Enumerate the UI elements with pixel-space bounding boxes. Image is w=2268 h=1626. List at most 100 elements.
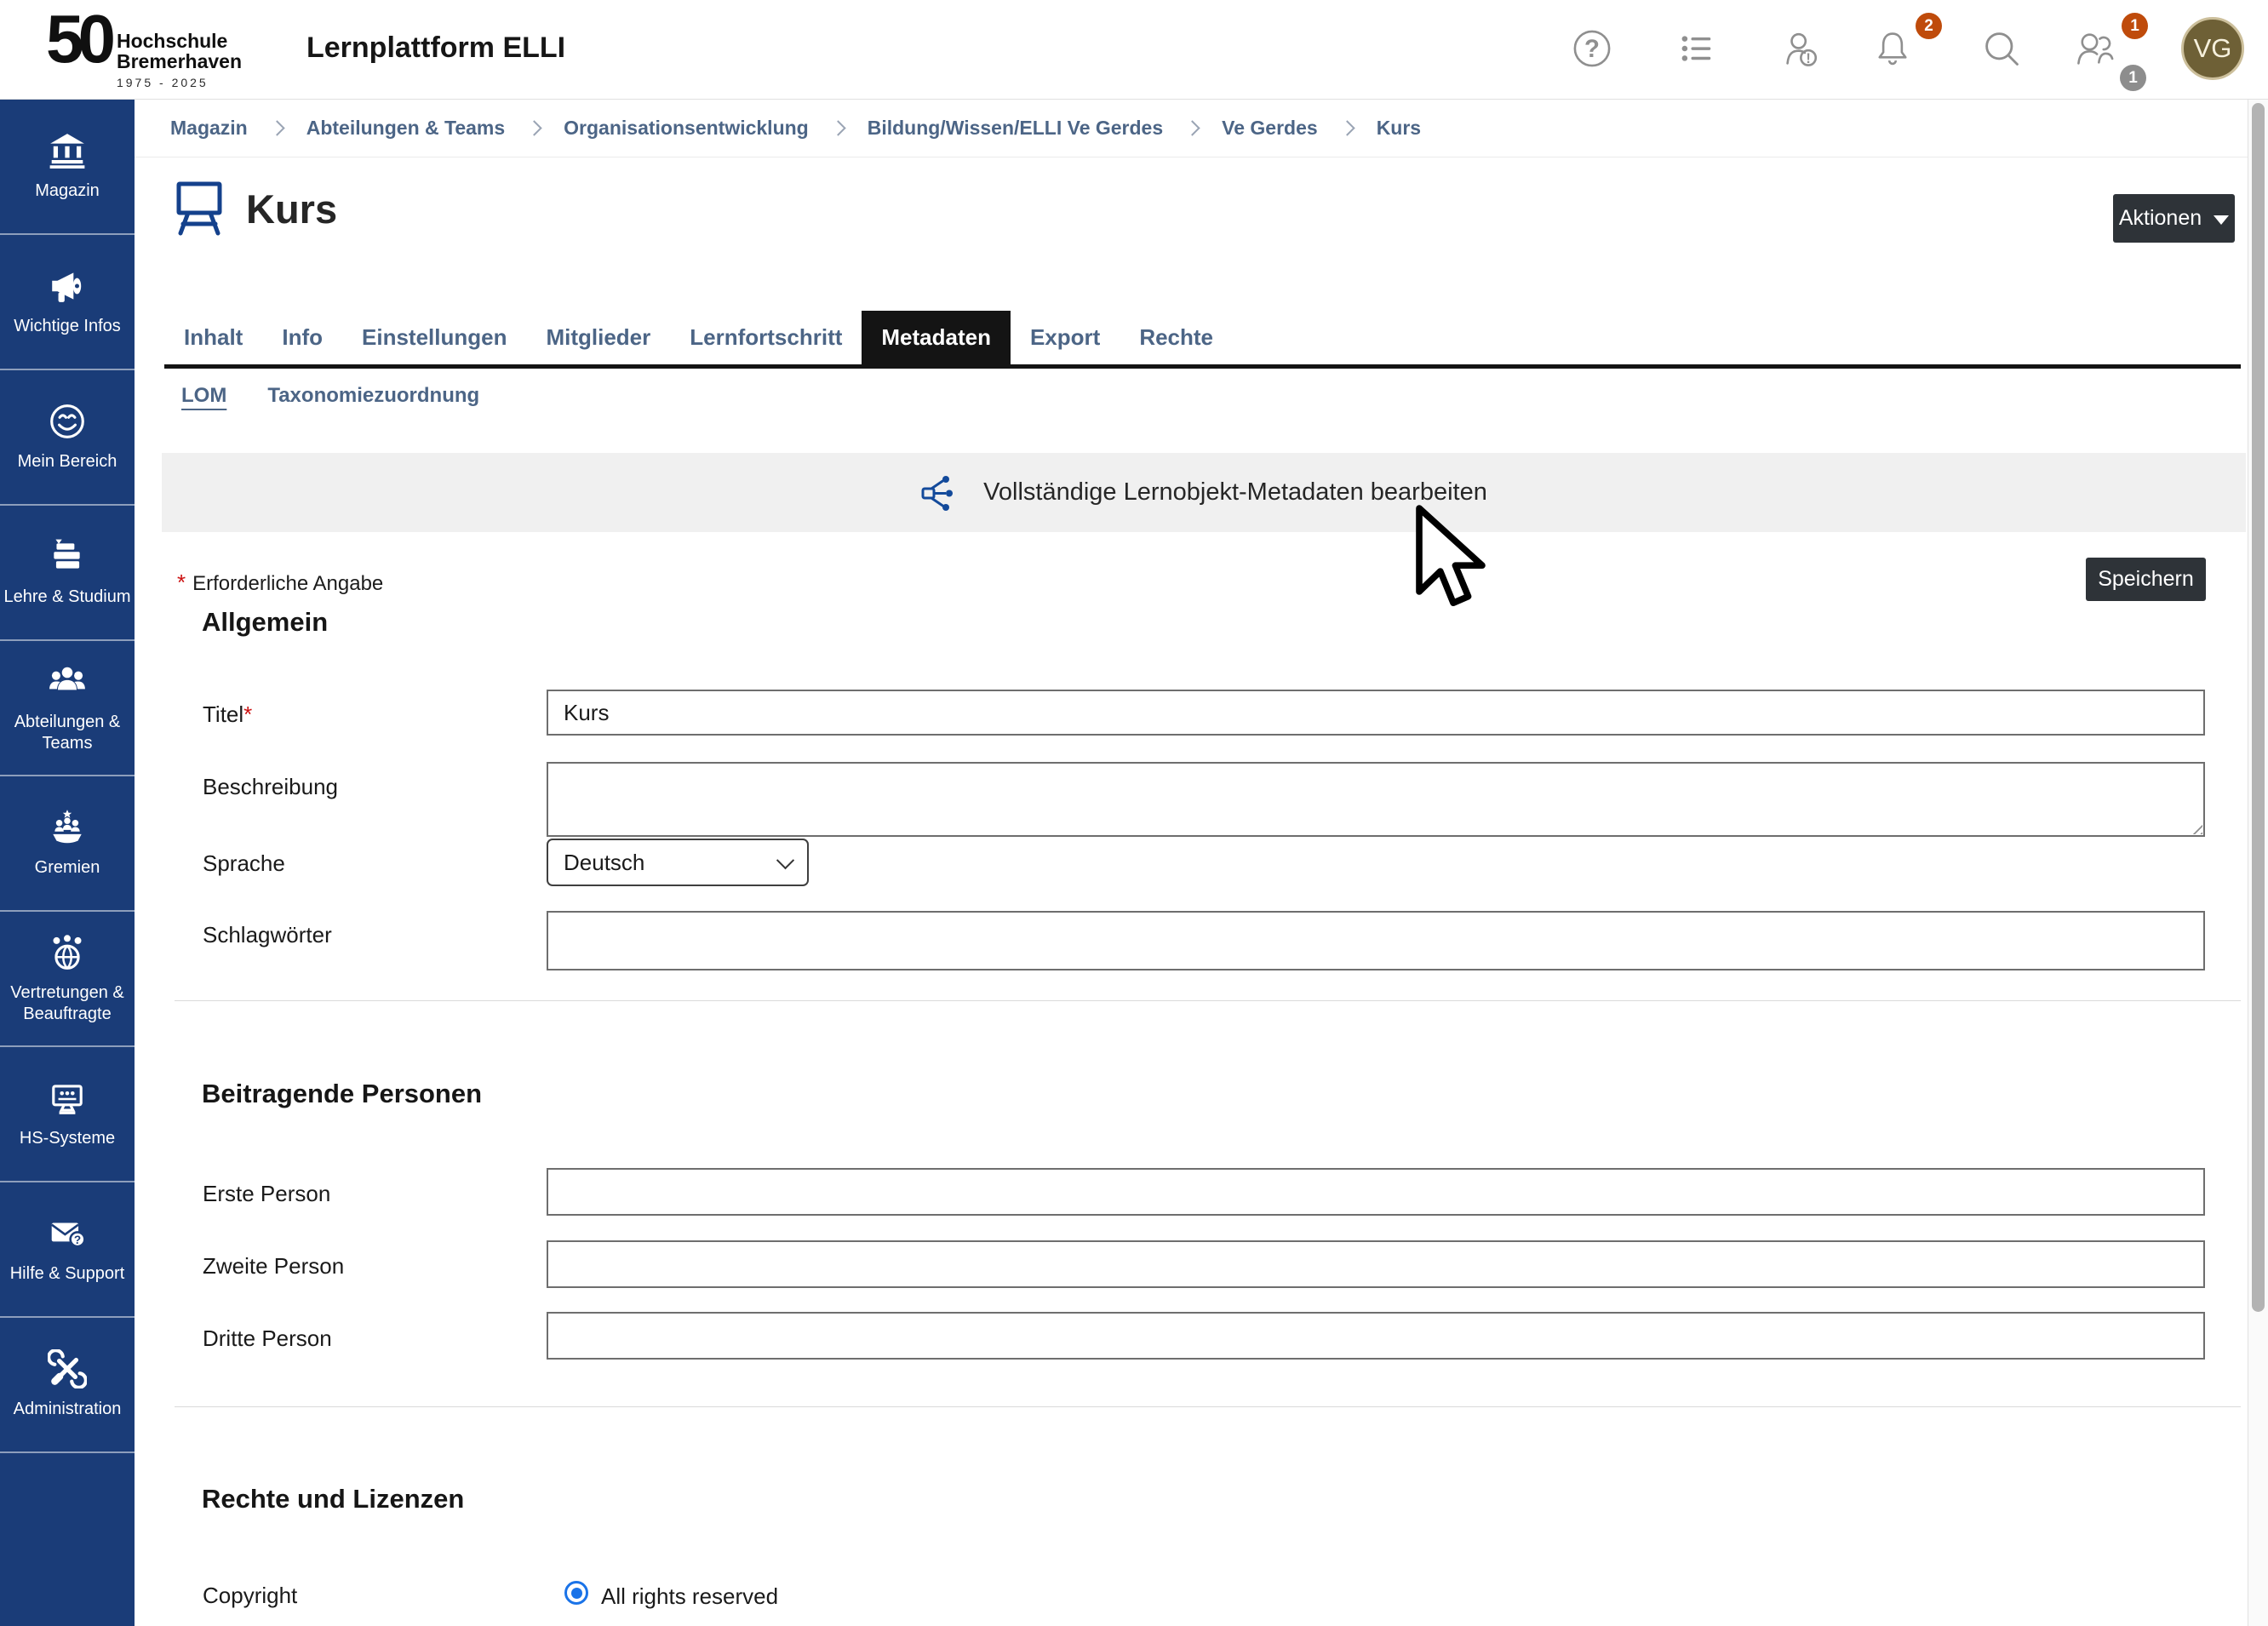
breadcrumb: Magazin Abteilungen & Teams Organisation…: [135, 100, 2248, 157]
breadcrumb-link[interactable]: Magazin: [170, 117, 248, 140]
people-group-icon: [48, 662, 87, 701]
copyright-radio-selected[interactable]: [564, 1581, 588, 1605]
tab-metadaten[interactable]: Metadaten: [862, 311, 1011, 364]
copyright-label: Copyright: [203, 1583, 297, 1609]
svg-text:!: !: [1806, 51, 1810, 66]
contacts-icon: [2074, 27, 2116, 70]
contacts-button[interactable]: [2074, 27, 2116, 70]
titel-label: Titel*: [203, 701, 252, 728]
required-star: *: [243, 701, 252, 727]
bank-icon: [48, 131, 87, 170]
sidebar-item-wichtige-infos[interactable]: Wichtige Infos: [0, 235, 135, 370]
breadcrumb-link[interactable]: Abteilungen & Teams: [306, 117, 505, 140]
section-divider: [175, 1000, 2241, 1001]
actions-button-label: Aktionen: [2119, 206, 2202, 231]
app-window: 50 Hochschule Bremerhaven 1975 - 2025 Le…: [0, 0, 2268, 1626]
beschreibung-label: Beschreibung: [203, 774, 338, 800]
main-sidebar: Magazin Wichtige Infos Mein Bereich: [0, 100, 135, 1626]
breadcrumb-link[interactable]: Organisationsentwicklung: [564, 117, 809, 140]
dritte-person-input[interactable]: [547, 1312, 2205, 1360]
sidebar-item-vertretungen-beauftragte[interactable]: Vertretungen & Beauftragte: [0, 912, 135, 1047]
edit-full-metadata-link[interactable]: Vollständige Lernobjekt-Metadaten bearbe…: [162, 453, 2246, 532]
erste-person-label: Erste Person: [203, 1181, 330, 1207]
dritte-person-label: Dritte Person: [203, 1325, 332, 1352]
app-title: Lernplattform ELLI: [306, 31, 565, 65]
sprache-label: Sprache: [203, 850, 285, 877]
schlagwoerter-input[interactable]: [547, 911, 2205, 970]
sidebar-item-administration[interactable]: Administration: [0, 1318, 135, 1453]
required-star: *: [177, 570, 186, 595]
committee-icon: [48, 808, 87, 847]
chevron-right-icon: [830, 120, 845, 135]
actions-button[interactable]: Aktionen: [2113, 194, 2235, 243]
help-button[interactable]: ?: [1571, 27, 1613, 70]
tab-lernfortschritt[interactable]: Lernfortschritt: [670, 311, 862, 364]
section-divider: [175, 1406, 2241, 1407]
logo-line1: Hochschule: [117, 31, 242, 51]
main-content: Magazin Abteilungen & Teams Organisation…: [135, 100, 2248, 1626]
monitor-icon: [48, 1079, 87, 1118]
subtab-bar: LOM Taxonomiezuordnung: [181, 384, 479, 408]
sidebar-item-label: Hilfe & Support: [3, 1263, 132, 1285]
beschreibung-textarea[interactable]: [547, 762, 2205, 837]
sidebar-item-label: Administration: [3, 1399, 132, 1420]
user-avatar[interactable]: VG: [2181, 17, 2244, 80]
breadcrumb-link[interactable]: Bildung/Wissen/ELLI Ve Gerdes: [868, 117, 1163, 140]
sidebar-item-label: Magazin: [3, 180, 132, 202]
mail-question-icon: ?: [48, 1214, 87, 1253]
sidebar-item-lehre-studium[interactable]: Lehre & Studium: [0, 506, 135, 641]
sidebar-item-label: Lehre & Studium: [3, 587, 132, 608]
tab-mitglieder[interactable]: Mitglieder: [526, 311, 670, 364]
vertical-scrollbar-thumb[interactable]: [2252, 103, 2265, 1312]
page-head: Kurs: [175, 180, 337, 238]
svg-text:?: ?: [74, 1234, 81, 1246]
sidebar-item-gremien[interactable]: Gremien: [0, 776, 135, 912]
breadcrumb-link[interactable]: Ve Gerdes: [1222, 117, 1318, 140]
university-logo[interactable]: 50 Hochschule Bremerhaven 1975 - 2025: [46, 5, 242, 89]
tab-info[interactable]: Info: [262, 311, 342, 364]
save-button[interactable]: Speichern: [2086, 558, 2206, 601]
tab-bar: Inhalt Info Einstellungen Mitglieder Ler…: [164, 311, 2241, 369]
edit-full-metadata-label: Vollständige Lernobjekt-Metadaten bearbe…: [983, 478, 1487, 507]
vertical-scrollbar-track[interactable]: [2248, 100, 2268, 1626]
subtab-lom[interactable]: LOM: [181, 384, 226, 408]
sidebar-item-magazin[interactable]: Magazin: [0, 100, 135, 235]
zweite-person-label: Zweite Person: [203, 1253, 344, 1280]
books-icon: [48, 537, 87, 576]
user-status-icon: !: [1781, 27, 1824, 70]
sidebar-item-abteilungen-teams[interactable]: Abteilungen & Teams: [0, 641, 135, 776]
titel-input[interactable]: [547, 690, 2205, 736]
bell-icon: [1871, 27, 1914, 70]
help-icon: ?: [1571, 27, 1613, 70]
user-status-button[interactable]: !: [1781, 27, 1824, 70]
breadcrumb-current[interactable]: Kurs: [1377, 117, 1421, 140]
search-button[interactable]: [1980, 27, 2023, 70]
chevron-right-icon: [526, 120, 541, 135]
copyright-radio-label: All rights reserved: [601, 1583, 778, 1610]
node-share-icon: [920, 472, 961, 513]
sidebar-item-label: HS-Systeme: [3, 1128, 132, 1149]
tab-inhalt[interactable]: Inhalt: [164, 311, 262, 364]
tab-export[interactable]: Export: [1011, 311, 1120, 364]
main-menu-button[interactable]: [1675, 27, 1718, 70]
schlagwoerter-label: Schlagwörter: [203, 922, 332, 948]
page-title: Kurs: [246, 186, 337, 232]
subtab-taxonomiezuordnung[interactable]: Taxonomiezuordnung: [267, 384, 479, 408]
zweite-person-input[interactable]: [547, 1240, 2205, 1288]
sidebar-item-label: Mein Bereich: [3, 451, 132, 472]
sidebar-item-mein-bereich[interactable]: Mein Bereich: [0, 370, 135, 506]
erste-person-input[interactable]: [547, 1168, 2205, 1216]
sidebar-item-label: Gremien: [3, 857, 132, 879]
sidebar-item-label: Wichtige Infos: [3, 316, 132, 337]
sprache-select[interactable]: Deutsch: [547, 839, 809, 886]
sidebar-item-label: Abteilungen & Teams: [3, 712, 132, 754]
tab-rechte[interactable]: Rechte: [1120, 311, 1233, 364]
sidebar-item-hilfe-support[interactable]: ? Hilfe & Support: [0, 1182, 135, 1318]
section-heading-allgemein: Allgemein: [202, 607, 328, 638]
sidebar-item-hs-systeme[interactable]: HS-Systeme: [0, 1047, 135, 1182]
notifications-badge: 2: [1916, 13, 1942, 39]
beschreibung-field: [547, 762, 2205, 837]
notifications-button[interactable]: [1871, 27, 1914, 70]
tab-einstellungen[interactable]: Einstellungen: [342, 311, 526, 364]
course-easel-icon: [175, 180, 224, 238]
